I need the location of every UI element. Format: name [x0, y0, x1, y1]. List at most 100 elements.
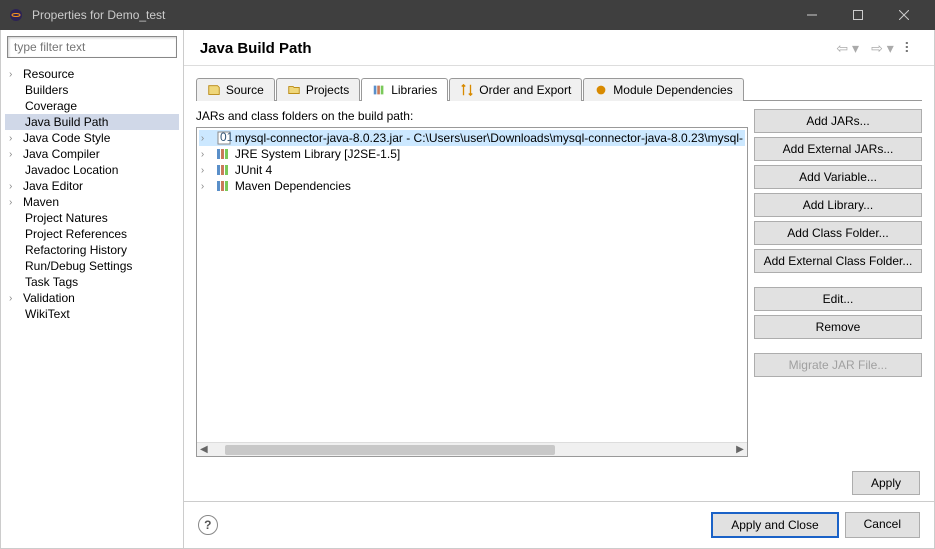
library-icon [216, 147, 232, 161]
add-external-class-folder-button[interactable]: Add External Class Folder... [754, 249, 922, 273]
tab-source[interactable]: Source [196, 78, 275, 101]
button-column: Add JARs... Add External JARs... Add Varia… [754, 109, 922, 457]
remove-button[interactable]: Remove [754, 315, 922, 339]
jar-item[interactable]: › Maven Dependencies [199, 178, 745, 194]
scroll-right-icon[interactable]: ▶ [733, 444, 747, 455]
module-icon [594, 83, 608, 97]
add-jars-button[interactable]: Add JARs... [754, 109, 922, 133]
scroll-thumb[interactable] [225, 445, 555, 455]
sidebar-item-builders[interactable]: Builders [5, 82, 179, 98]
expand-icon[interactable]: › [201, 165, 213, 176]
cancel-button[interactable]: Cancel [845, 512, 920, 538]
sidebar-item-java-build-path[interactable]: Java Build Path [5, 114, 179, 130]
page-title: Java Build Path [200, 40, 831, 57]
footer: ? Apply and Close Cancel [184, 501, 934, 548]
tab-module-dependencies[interactable]: Module Dependencies [583, 78, 743, 101]
svg-text:010: 010 [220, 131, 232, 144]
sidebar-item-label: Javadoc Location [23, 163, 118, 177]
sidebar-item-label: Java Compiler [21, 147, 100, 161]
jar-item[interactable]: › JRE System Library [J2SE-1.5] [199, 146, 745, 162]
jar-item-label: Maven Dependencies [235, 179, 351, 193]
sidebar-item-java-code-style[interactable]: ›Java Code Style [5, 130, 179, 146]
expand-icon[interactable]: › [201, 181, 213, 192]
sidebar-item-label: Builders [23, 83, 68, 97]
sidebar-tree: ›ResourceBuildersCoverageJava Build Path… [1, 64, 183, 324]
sidebar-item-task-tags[interactable]: Task Tags [5, 274, 179, 290]
jar-item-label: JRE System Library [J2SE-1.5] [235, 147, 400, 161]
sidebar-item-label: Project Natures [23, 211, 108, 225]
tab-libraries[interactable]: Libraries [361, 78, 448, 101]
sidebar-item-validation[interactable]: ›Validation [5, 290, 179, 306]
sidebar-item-label: Java Build Path [23, 115, 108, 129]
sidebar-item-label: Resource [21, 67, 74, 81]
expand-icon[interactable]: › [9, 69, 21, 80]
add-library-button[interactable]: Add Library... [754, 193, 922, 217]
library-icon [216, 163, 232, 177]
sidebar-item-java-editor[interactable]: ›Java Editor [5, 178, 179, 194]
projects-icon [287, 83, 301, 97]
nav-forward-icon[interactable]: ⇨ ▾ [871, 40, 894, 57]
expand-icon[interactable]: › [9, 293, 21, 304]
tab-label: Libraries [391, 83, 437, 97]
apply-and-close-button[interactable]: Apply and Close [711, 512, 838, 538]
sidebar-item-wikitext[interactable]: WikiText [5, 306, 179, 322]
jars-section: JARs and class folders on the build path… [196, 109, 748, 457]
tab-label: Order and Export [479, 83, 571, 97]
jars-list[interactable]: ›010mysql-connector-java-8.0.23.jar - C:… [196, 127, 748, 457]
minimize-button[interactable] [789, 0, 835, 30]
sidebar-item-resource[interactable]: ›Resource [5, 66, 179, 82]
sidebar-item-label: Project References [23, 227, 127, 241]
expand-icon[interactable]: › [201, 149, 213, 160]
expand-icon[interactable]: › [9, 149, 21, 160]
main-header: Java Build Path ⇦ ▾ ⇨ ▾ ⠇ [184, 30, 934, 66]
jar-item[interactable]: › JUnit 4 [199, 162, 745, 178]
jar-item[interactable]: ›010mysql-connector-java-8.0.23.jar - C:… [199, 130, 745, 146]
tab-label: Projects [306, 83, 349, 97]
help-icon[interactable]: ? [198, 515, 218, 535]
expand-icon[interactable]: › [201, 133, 213, 144]
sidebar-item-project-natures[interactable]: Project Natures [5, 210, 179, 226]
jar-item-label: JUnit 4 [235, 163, 272, 177]
apply-row: Apply [184, 465, 934, 501]
apply-button[interactable]: Apply [852, 471, 920, 495]
expand-icon[interactable]: › [9, 181, 21, 192]
filter-input[interactable] [7, 36, 177, 58]
sidebar-item-refactoring-history[interactable]: Refactoring History [5, 242, 179, 258]
sidebar-item-label: Validation [21, 291, 75, 305]
horizontal-scrollbar[interactable]: ◀ ▶ [197, 442, 747, 456]
expand-icon[interactable]: › [9, 197, 21, 208]
sidebar-item-run-debug-settings[interactable]: Run/Debug Settings [5, 258, 179, 274]
sidebar-item-label: Refactoring History [23, 243, 127, 257]
sidebar-item-label: Coverage [23, 99, 77, 113]
maximize-button[interactable] [835, 0, 881, 30]
view-menu-icon[interactable]: ⠇ [900, 40, 918, 57]
content: ›ResourceBuildersCoverageJava Build Path… [0, 30, 935, 549]
sidebar-item-project-references[interactable]: Project References [5, 226, 179, 242]
tab-label: Source [226, 83, 264, 97]
order-icon [460, 83, 474, 97]
sidebar-item-label: Task Tags [23, 275, 78, 289]
libraries-icon [372, 83, 386, 97]
sidebar-item-coverage[interactable]: Coverage [5, 98, 179, 114]
tab-projects[interactable]: Projects [276, 78, 360, 101]
jar-file-icon: 010 [216, 131, 232, 145]
tab-body: JARs and class folders on the build path… [184, 101, 934, 465]
tab-order-and-export[interactable]: Order and Export [449, 78, 582, 101]
filter-box [7, 36, 177, 58]
sidebar-item-javadoc-location[interactable]: Javadoc Location [5, 162, 179, 178]
expand-icon[interactable]: › [9, 133, 21, 144]
sidebar: ›ResourceBuildersCoverageJava Build Path… [1, 30, 184, 548]
sidebar-item-java-compiler[interactable]: ›Java Compiler [5, 146, 179, 162]
add-variable-button[interactable]: Add Variable... [754, 165, 922, 189]
add-external-jars-button[interactable]: Add External JARs... [754, 137, 922, 161]
source-icon [207, 83, 221, 97]
sidebar-item-label: Java Editor [21, 179, 83, 193]
scroll-left-icon[interactable]: ◀ [197, 444, 211, 455]
nav-back-icon[interactable]: ⇦ ▾ [836, 40, 859, 57]
close-button[interactable] [881, 0, 927, 30]
sidebar-item-maven[interactable]: ›Maven [5, 194, 179, 210]
tabs-bar: Source Projects Libraries Order and Export M… [196, 78, 922, 101]
sidebar-item-label: Run/Debug Settings [23, 259, 132, 273]
edit-button[interactable]: Edit... [754, 287, 922, 311]
add-class-folder-button[interactable]: Add Class Folder... [754, 221, 922, 245]
